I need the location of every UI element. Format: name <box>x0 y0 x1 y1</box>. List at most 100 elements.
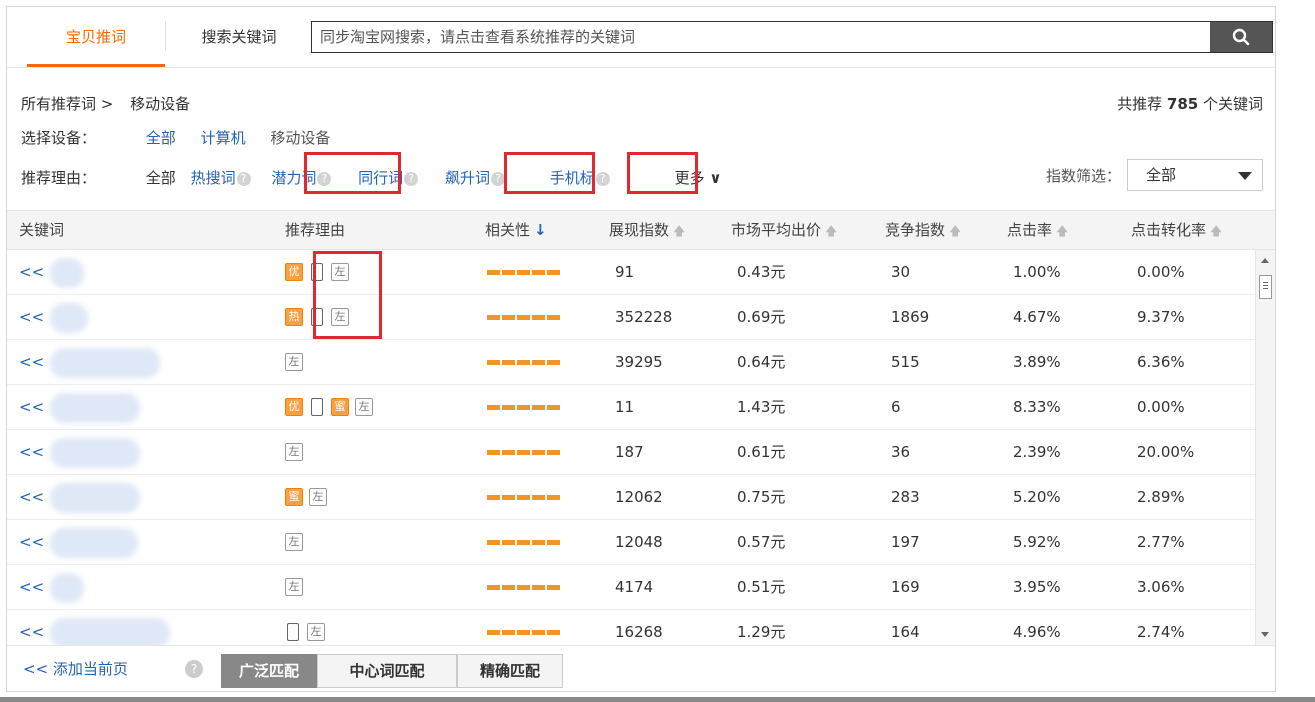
relevance-segment <box>517 360 530 365</box>
device-mobile[interactable]: 移动设备 <box>270 127 330 148</box>
table-row[interactable]: << 优 蜜左 11 1.43元 6 8.33% 0.00% <box>7 385 1257 430</box>
competition-cell: 164 <box>891 623 920 641</box>
relevance-segment <box>502 540 515 545</box>
add-keyword-link[interactable]: << <box>19 443 44 461</box>
keyword-cell[interactable]: << <box>19 475 141 519</box>
col-impressions[interactable]: 展现指数 🡅 <box>609 211 685 250</box>
keyword-cell[interactable]: << <box>19 520 139 564</box>
sort-down-icon: ↓ <box>534 221 547 239</box>
broad-match-button[interactable]: 广泛匹配 <box>221 654 317 688</box>
competition-cell: 36 <box>891 443 911 461</box>
keyword-cell[interactable]: << <box>19 430 141 474</box>
tag-you-icon: 优 <box>285 398 303 416</box>
add-keyword-link[interactable]: << <box>19 488 44 506</box>
ctr-cell: 8.33% <box>1013 398 1061 416</box>
keyword-cell[interactable]: << <box>19 250 85 294</box>
help-icon[interactable]: ? <box>185 660 203 678</box>
relevance-segment <box>547 540 560 545</box>
total-suffix: 个关键词 <box>1202 95 1263 113</box>
vertical-scrollbar[interactable] <box>1255 250 1275 645</box>
add-keyword-link[interactable]: << <box>19 578 44 596</box>
competition-cell: 30 <box>891 263 911 281</box>
help-icon[interactable]: ? <box>236 172 251 186</box>
table-row[interactable]: << 左 4174 0.51元 169 3.95% 3.06% <box>7 565 1257 610</box>
col-competition[interactable]: 竞争指数 🡅 <box>885 211 961 250</box>
exact-match-button[interactable]: 精确匹配 <box>457 654 563 688</box>
search-input[interactable] <box>312 22 1204 52</box>
breadcrumb-root[interactable]: 所有推荐词 > <box>21 95 113 113</box>
col-cvr[interactable]: 点击转化率 🡅 <box>1131 211 1222 250</box>
competition-cell: 6 <box>891 398 901 416</box>
relevance-segment <box>517 495 530 500</box>
help-icon[interactable]: ? <box>490 172 505 186</box>
help-icon[interactable]: ? <box>404 172 419 186</box>
reason-cell: 左 <box>285 443 303 461</box>
impressions-cell: 187 <box>615 443 644 461</box>
add-keyword-link[interactable]: << <box>19 308 44 326</box>
keyword-cell[interactable]: << <box>19 565 85 609</box>
tag-zuo-icon: 左 <box>309 488 327 506</box>
chevron-down-icon: ∨ <box>709 169 722 187</box>
table-row[interactable]: << 热左 352228 0.69元 1869 4.67% 9.37% <box>7 295 1257 340</box>
table-row[interactable]: << 左 16268 1.29元 164 4.96% 2.74% <box>7 610 1257 645</box>
scroll-down-icon[interactable] <box>1261 632 1269 637</box>
col-relevance[interactable]: 相关性 ↓ <box>485 211 547 249</box>
redacted-keyword <box>50 437 141 468</box>
avg-bid-cell: 0.64元 <box>737 353 786 371</box>
relevance-segment <box>502 360 515 365</box>
relevance-segment <box>517 270 530 275</box>
impressions-cell: 4174 <box>615 578 654 596</box>
tab-item-recommend[interactable]: 宝贝推词 <box>27 7 165 67</box>
search-icon <box>1232 28 1250 46</box>
impressions-cell: 39295 <box>615 353 663 371</box>
relevance-bar <box>487 495 560 500</box>
ctr-cell: 2.39% <box>1013 443 1061 461</box>
table-row[interactable]: << 蜜左 12062 0.75元 283 5.20% 2.89% <box>7 475 1257 520</box>
index-filter-select[interactable]: 全部 <box>1127 159 1263 191</box>
reason-soaring[interactable]: 飙升词 <box>445 169 490 187</box>
total-number: 785 <box>1166 95 1199 113</box>
search-button[interactable] <box>1210 22 1272 52</box>
reason-all[interactable]: 全部 <box>146 167 176 188</box>
reason-hot[interactable]: 热搜词 <box>191 169 236 187</box>
reason-cell: 左 <box>285 578 303 596</box>
table-row[interactable]: << 左 12048 0.57元 197 5.92% 2.77% <box>7 520 1257 565</box>
avg-bid-cell: 0.57元 <box>737 533 786 551</box>
help-icon[interactable]: ? <box>595 172 610 186</box>
add-keyword-link[interactable]: << <box>19 353 44 371</box>
relevance-segment <box>487 495 500 500</box>
relevance-segment <box>532 315 545 320</box>
keyword-cell[interactable]: << <box>19 295 89 339</box>
scroll-up-icon[interactable] <box>1261 258 1269 263</box>
relevance-segment <box>502 405 515 410</box>
keyword-cell[interactable]: << <box>19 340 161 384</box>
col-ctr[interactable]: 点击率 🡅 <box>1007 211 1068 250</box>
cvr-cell: 20.00% <box>1137 443 1195 461</box>
add-keyword-link[interactable]: << <box>19 263 44 281</box>
add-keyword-link[interactable]: << <box>19 533 44 551</box>
table-row[interactable]: << 优左 91 0.43元 30 1.00% 0.00% <box>7 250 1257 295</box>
reason-label: 推荐理由： <box>21 169 97 187</box>
keyword-cell[interactable]: << <box>19 610 171 645</box>
tag-zuo-icon: 左 <box>285 578 303 596</box>
col-reason: 推荐理由 <box>285 221 346 239</box>
tab-search-keyword[interactable]: 搜索关键词 <box>179 7 299 67</box>
add-keyword-link[interactable]: << <box>19 398 44 416</box>
scroll-thumb[interactable] <box>1259 275 1272 299</box>
device-computer[interactable]: 计算机 <box>201 127 246 148</box>
relevance-segment <box>487 450 500 455</box>
table-row[interactable]: << 左 187 0.61元 36 2.39% 20.00% <box>7 430 1257 475</box>
relevance-bar <box>487 450 560 455</box>
reason-cell: 左 <box>285 353 303 371</box>
add-current-page-link[interactable]: << 添加当前页 <box>23 658 128 679</box>
footer-bar: << 添加当前页 ? 广泛匹配 中心词匹配 精确匹配 <box>7 645 1275 693</box>
keyword-cell[interactable]: << <box>19 385 141 429</box>
table-row[interactable]: << 左 39295 0.64元 515 3.89% 6.36% <box>7 340 1257 385</box>
redacted-keyword <box>50 527 139 558</box>
center-match-button[interactable]: 中心词匹配 <box>317 654 457 688</box>
col-avg-bid[interactable]: 市场平均出价 🡅 <box>731 211 837 250</box>
add-keyword-link[interactable]: << <box>19 623 44 641</box>
impressions-cell: 11 <box>615 398 635 416</box>
device-all[interactable]: 全部 <box>146 127 176 148</box>
col-ctr-label: 点击率 <box>1007 221 1053 239</box>
